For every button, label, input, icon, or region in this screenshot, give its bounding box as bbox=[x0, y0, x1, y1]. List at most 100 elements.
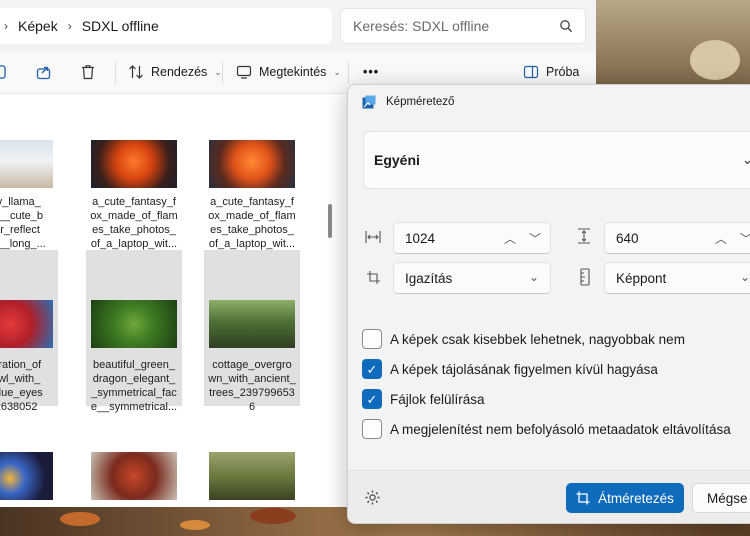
search-placeholder: Keresés: SDXL offline bbox=[353, 18, 490, 34]
file-name-line: a_cute_fantasy_f bbox=[92, 196, 176, 208]
file-item[interactable]: a_cute_fantasy_f ox_made_of_flam es_take_p… bbox=[204, 94, 300, 250]
share-button[interactable] bbox=[36, 64, 52, 80]
file-item[interactable]: llustration_ofd_owl_with_at_blue_eyes522… bbox=[0, 250, 58, 413]
preview-pane-button[interactable]: Próba bbox=[523, 64, 579, 80]
height-icon bbox=[578, 228, 590, 244]
option-checkbox-row[interactable]: ✓ Fájlok felülírása bbox=[362, 389, 485, 409]
file-name-line: of_a_laptop_wit... bbox=[208, 238, 296, 250]
sort-button[interactable]: Rendezés ⌄ bbox=[128, 64, 222, 80]
fit-mode-value: Igazítás bbox=[405, 270, 453, 286]
file-item[interactable] bbox=[0, 410, 58, 507]
option-checkbox-row[interactable]: A képek csak kisebbek lehetnek, nagyobba… bbox=[362, 329, 685, 349]
checkbox-unchecked[interactable] bbox=[362, 419, 382, 439]
file-name-line: _symmetrical_fac bbox=[91, 387, 177, 399]
option-label: A képek csak kisebbek lehetnek, nagyobba… bbox=[390, 331, 685, 347]
image-thumbnail bbox=[0, 452, 53, 500]
toolbar-divider bbox=[348, 62, 349, 84]
file-name-line: at_blue_eyes bbox=[0, 387, 43, 399]
width-input[interactable]: 1024 ︿ ﹀ bbox=[393, 222, 551, 254]
image-thumbnail bbox=[209, 140, 295, 188]
file-name-line: ox_made_of_flam bbox=[208, 210, 296, 222]
fit-mode-dropdown[interactable]: Igazítás ⌄ bbox=[393, 262, 551, 294]
bokeh-shape bbox=[690, 40, 740, 80]
option-label: Fájlok felülírása bbox=[390, 391, 485, 407]
copy-button[interactable] bbox=[0, 64, 8, 80]
image-thumbnail bbox=[91, 452, 177, 500]
dialog-footer: Átméretezés Mégse bbox=[348, 470, 750, 523]
sort-label: Rendezés bbox=[151, 65, 208, 79]
file-name-line: d_owl_with_ bbox=[0, 373, 41, 385]
leaf-shape bbox=[60, 512, 100, 526]
file-name-line: es_take_photos_ bbox=[92, 224, 176, 236]
file-name-line: cular_reflect bbox=[0, 224, 40, 236]
checkbox-unchecked[interactable] bbox=[362, 329, 382, 349]
resize-icon bbox=[576, 491, 590, 505]
breadcrumb[interactable]: › Képek › SDXL offline bbox=[0, 8, 332, 44]
image-thumbnail bbox=[91, 300, 177, 348]
file-item[interactable]: beautiful_green_ dragon_elegant_ _symmetri… bbox=[86, 250, 182, 413]
dialog-titlebar: Képméretező bbox=[362, 95, 454, 109]
decrement-down-icon[interactable]: ﹀ bbox=[529, 230, 541, 247]
chevron-down-icon: ⌄ bbox=[740, 270, 750, 284]
width-icon bbox=[365, 231, 381, 243]
share-icon bbox=[36, 66, 51, 80]
file-name-line: eyes__long_... bbox=[0, 238, 46, 250]
unit-value: Képpont bbox=[616, 270, 667, 286]
image-thumbnail bbox=[0, 140, 53, 188]
height-value: 640 bbox=[616, 230, 639, 246]
height-input[interactable]: 640 ︿ ﹀ bbox=[604, 222, 750, 254]
increment-up-icon[interactable]: ︿ bbox=[504, 230, 516, 247]
checkbox-checked[interactable]: ✓ bbox=[362, 359, 382, 379]
decrement-down-icon[interactable]: ﹀ bbox=[740, 230, 750, 247]
resize-button[interactable]: Átméretezés bbox=[566, 483, 684, 513]
breadcrumb-item-current-folder[interactable]: SDXL offline bbox=[82, 18, 159, 34]
more-options-button[interactable]: ••• bbox=[363, 65, 379, 79]
leaf-shape bbox=[250, 508, 296, 524]
delete-button[interactable] bbox=[81, 64, 95, 80]
gear-icon[interactable] bbox=[364, 489, 381, 506]
preset-dropdown[interactable]: Egyéni ⌄ bbox=[363, 131, 750, 189]
file-name-line: llustration_of bbox=[0, 359, 42, 371]
option-checkbox-row[interactable]: ✓ A képek tájolásának figyelmen kívül hag… bbox=[362, 359, 658, 379]
file-name-line: beautiful_green_ bbox=[93, 359, 175, 371]
unit-dropdown[interactable]: Képpont ⌄ bbox=[604, 262, 750, 294]
file-name: a_cute_fantasy_f ox_made_of_flam es_take_p… bbox=[86, 195, 182, 251]
checkbox-checked[interactable]: ✓ bbox=[362, 389, 382, 409]
increment-up-icon[interactable]: ︿ bbox=[715, 230, 727, 247]
search-icon bbox=[560, 20, 573, 33]
cancel-button[interactable]: Mégse bbox=[692, 483, 750, 513]
file-name-line: ox_made_of_flam bbox=[90, 210, 178, 222]
more-icon: ••• bbox=[363, 65, 380, 79]
file-name-line: trees_239799653 bbox=[209, 387, 295, 399]
preset-value: Egyéni bbox=[374, 152, 420, 168]
copy-icon bbox=[0, 65, 6, 79]
view-button[interactable]: Megtekintés ⌄ bbox=[236, 64, 341, 80]
toolbar-divider bbox=[115, 62, 116, 84]
cancel-button-label: Mégse bbox=[707, 490, 748, 506]
file-name: llustration_ofd_owl_with_at_blue_eyes522… bbox=[0, 358, 58, 414]
file-item[interactable]: a_cute_fantasy_f ox_made_of_flam es_take_p… bbox=[86, 94, 182, 250]
file-item[interactable] bbox=[86, 410, 182, 507]
vertical-scrollbar[interactable] bbox=[328, 204, 332, 238]
search-input[interactable]: Keresés: SDXL offline bbox=[340, 8, 586, 44]
breadcrumb-item-pictures[interactable]: Képek bbox=[18, 18, 58, 34]
option-label: A megjelenítést nem befolyásoló metaadat… bbox=[390, 421, 731, 437]
chevron-down-icon: ⌄ bbox=[214, 66, 222, 77]
file-name: beautiful_green_ dragon_elegant_ _symmetri… bbox=[86, 358, 182, 414]
file-name-line: es_take_photos_ bbox=[210, 224, 294, 236]
option-checkbox-row[interactable]: A megjelenítést nem befolyásoló metaadat… bbox=[362, 419, 731, 439]
crop-icon bbox=[367, 271, 380, 284]
file-name-line: able__cute_b bbox=[0, 210, 44, 222]
trash-icon bbox=[82, 65, 94, 80]
file-name-line: dragon_elegant_ bbox=[92, 373, 176, 385]
file-item[interactable] bbox=[204, 410, 300, 507]
file-item[interactable]: cottage_overgro wn_with_ancient_ trees_239… bbox=[204, 250, 300, 413]
file-name-line: wn_with_ancient_ bbox=[208, 373, 296, 385]
chevron-down-icon: ⌄ bbox=[333, 66, 341, 77]
preview-pane-icon bbox=[523, 65, 539, 79]
chevron-right-icon: › bbox=[67, 19, 72, 33]
width-value: 1024 bbox=[405, 230, 436, 246]
file-item[interactable]: fluffy_llama_ able__cute_b cular_reflectey… bbox=[0, 94, 58, 250]
image-thumbnail bbox=[91, 140, 177, 188]
image-resizer-app-icon bbox=[362, 95, 376, 109]
